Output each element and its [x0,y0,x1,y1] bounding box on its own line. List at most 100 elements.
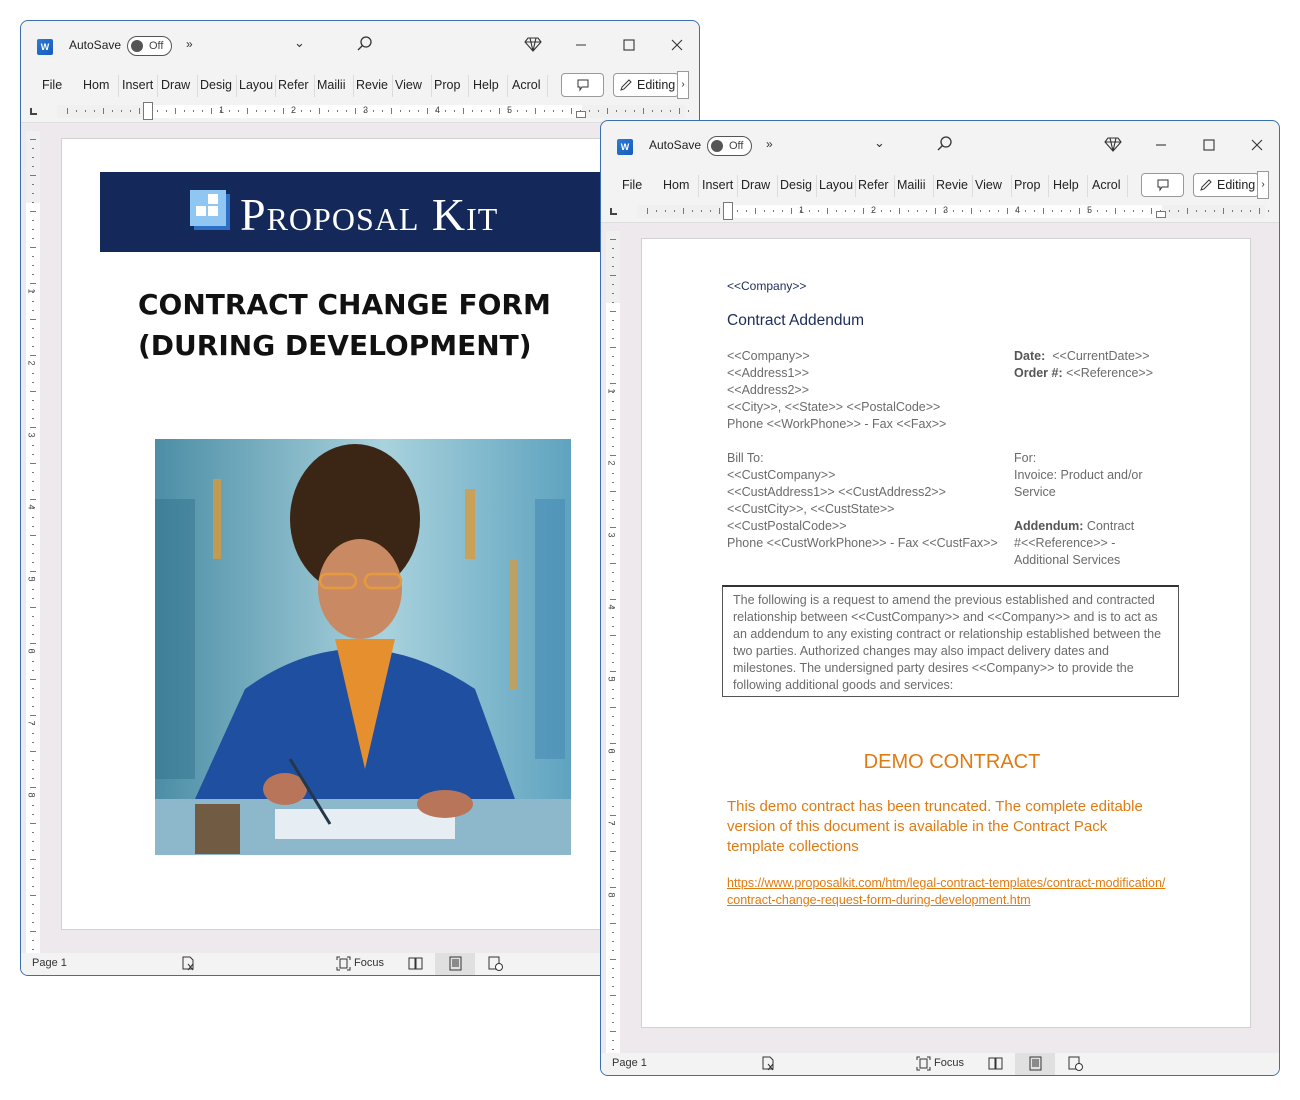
tab-layout[interactable]: Layou [819,178,853,192]
vruler-tick [610,743,616,744]
tab-acrobat[interactable]: Acrol [1092,178,1124,192]
tab-references[interactable]: Refer [858,178,892,192]
search-icon[interactable] [356,35,374,53]
diamond-icon[interactable] [524,35,542,53]
tab-layout[interactable]: Layou [239,78,273,92]
tab-design[interactable]: Desig [780,178,814,192]
vruler-tick [612,914,614,915]
tab-mailings[interactable]: Mailii [317,78,351,92]
more-commands-button[interactable]: » [186,37,193,51]
editing-mode-button[interactable]: Editing [1193,173,1259,197]
right-indent-marker[interactable] [576,111,586,118]
read-mode-icon[interactable] [988,1056,1003,1071]
autosave-toggle[interactable]: Off [707,136,752,156]
vertical-ruler[interactable]: 1 2 3 4 5 6 7 8 [26,131,40,968]
tab-review[interactable]: Revie [936,178,970,192]
tab-file[interactable]: File [42,78,64,92]
ruler-tick [445,110,446,112]
ruler-tick [1034,210,1035,212]
vruler-tick [610,563,616,564]
vruler-tick [612,806,614,807]
ruler-tick [175,108,176,114]
tab-properties[interactable]: Prop [1014,178,1046,192]
tab-divider [777,175,778,197]
tab-file[interactable]: File [622,178,644,192]
close-icon[interactable] [667,35,687,55]
tab-home[interactable]: Hom [663,178,695,192]
focus-icon[interactable] [336,956,351,971]
ruler-tick [652,110,653,112]
comments-button[interactable] [1141,173,1184,197]
vertical-ruler[interactable]: 1 2 3 4 5 6 7 8 [606,231,620,1068]
vruler-tick [32,769,34,770]
ruler-tick [85,110,86,112]
print-layout-icon[interactable] [448,956,463,971]
maximize-icon[interactable] [1199,135,1219,155]
page-number-indicator[interactable]: Page 1 [612,1057,647,1069]
search-icon[interactable] [936,135,954,153]
ruler-tick [634,110,635,112]
print-layout-icon[interactable] [1028,1056,1043,1071]
focus-label[interactable]: Focus [354,957,384,969]
editing-mode-button[interactable]: Editing [613,73,679,97]
tab-insert[interactable]: Insert [122,78,156,92]
ruler-tick [863,208,864,214]
chevron-down-icon[interactable]: ⌄ [874,135,885,151]
right-indent-marker[interactable] [1156,211,1166,218]
vruler-tick [32,634,34,635]
more-commands-button[interactable]: » [766,137,773,151]
proofing-icon[interactable] [181,956,196,971]
ruler-tick [211,108,212,114]
left-indent-marker[interactable] [143,102,153,120]
page-number-indicator[interactable]: Page 1 [32,957,67,969]
tab-design[interactable]: Desig [200,78,234,92]
tab-stop-selector[interactable] [30,108,37,115]
autosave-toggle[interactable]: Off [127,36,172,56]
proofing-icon[interactable] [761,1056,776,1071]
chevron-down-icon[interactable]: ⌄ [294,35,305,51]
ruler-tick [1151,208,1152,214]
comment-icon [1157,179,1168,192]
left-indent-marker[interactable] [723,202,733,220]
tab-divider [894,175,895,197]
comments-button[interactable] [561,73,604,97]
vruler-tick [32,580,34,581]
tab-review[interactable]: Revie [356,78,390,92]
ribbon-expand-button[interactable]: › [677,71,689,99]
tab-view[interactable]: View [395,78,429,92]
document-page[interactable]: <<Company>> Contract Addendum <<Company>… [641,238,1251,1028]
tab-divider [236,75,237,97]
minimize-icon[interactable] [571,35,591,55]
document-page[interactable]: Proposal Kit CONTRACT CHANGE FORM (DURIN… [61,138,671,930]
tab-home[interactable]: Hom [83,78,115,92]
contract-pack-link[interactable]: https://www.proposalkit.com/htm/legal-co… [727,875,1167,909]
tab-help[interactable]: Help [473,78,503,92]
tab-stop-selector[interactable] [610,208,617,215]
tab-help[interactable]: Help [1053,178,1083,192]
focus-label[interactable]: Focus [934,1057,964,1069]
tab-mailings[interactable]: Mailii [897,178,931,192]
close-icon[interactable] [1247,135,1267,155]
diamond-icon[interactable] [1104,135,1122,153]
ruler-tick [719,208,720,214]
web-layout-icon[interactable] [1068,1056,1083,1071]
focus-icon[interactable] [916,1056,931,1071]
tab-insert[interactable]: Insert [702,178,736,192]
ribbon-expand-button[interactable]: › [1257,171,1269,199]
minimize-icon[interactable] [1151,135,1171,155]
vruler-tick [32,274,34,275]
tab-properties[interactable]: Prop [434,78,466,92]
tab-references[interactable]: Refer [278,78,312,92]
tab-draw[interactable]: Draw [161,78,195,92]
ruler-tick [625,110,626,112]
maximize-icon[interactable] [619,35,639,55]
tab-draw[interactable]: Draw [741,178,775,192]
web-layout-icon[interactable] [488,956,503,971]
tab-acrobat[interactable]: Acrol [512,78,544,92]
read-mode-icon[interactable] [408,956,423,971]
tab-divider [392,75,393,97]
ruler-tick [418,110,419,112]
vruler-tick [32,877,34,878]
ruler-tick [193,110,194,112]
tab-view[interactable]: View [975,178,1009,192]
